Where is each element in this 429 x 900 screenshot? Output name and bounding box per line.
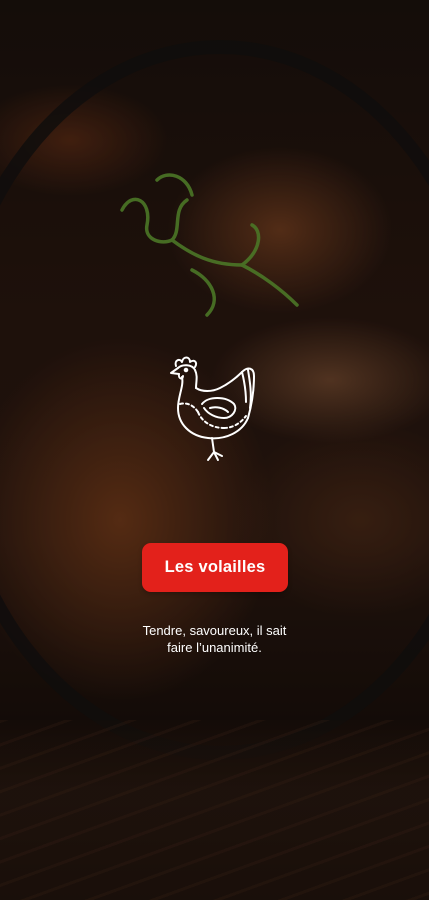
category-description: Tendre, savoureux, il sait faire l’unani… (80, 622, 349, 656)
category-screen: Les volailles Tendre, savoureux, il sait… (0, 0, 429, 900)
category-button[interactable]: Les volailles (142, 543, 288, 592)
description-line-1: Tendre, savoureux, il sait (142, 623, 287, 638)
description-line-2: faire l’unanimité. (167, 640, 262, 655)
chicken-icon (168, 352, 264, 472)
